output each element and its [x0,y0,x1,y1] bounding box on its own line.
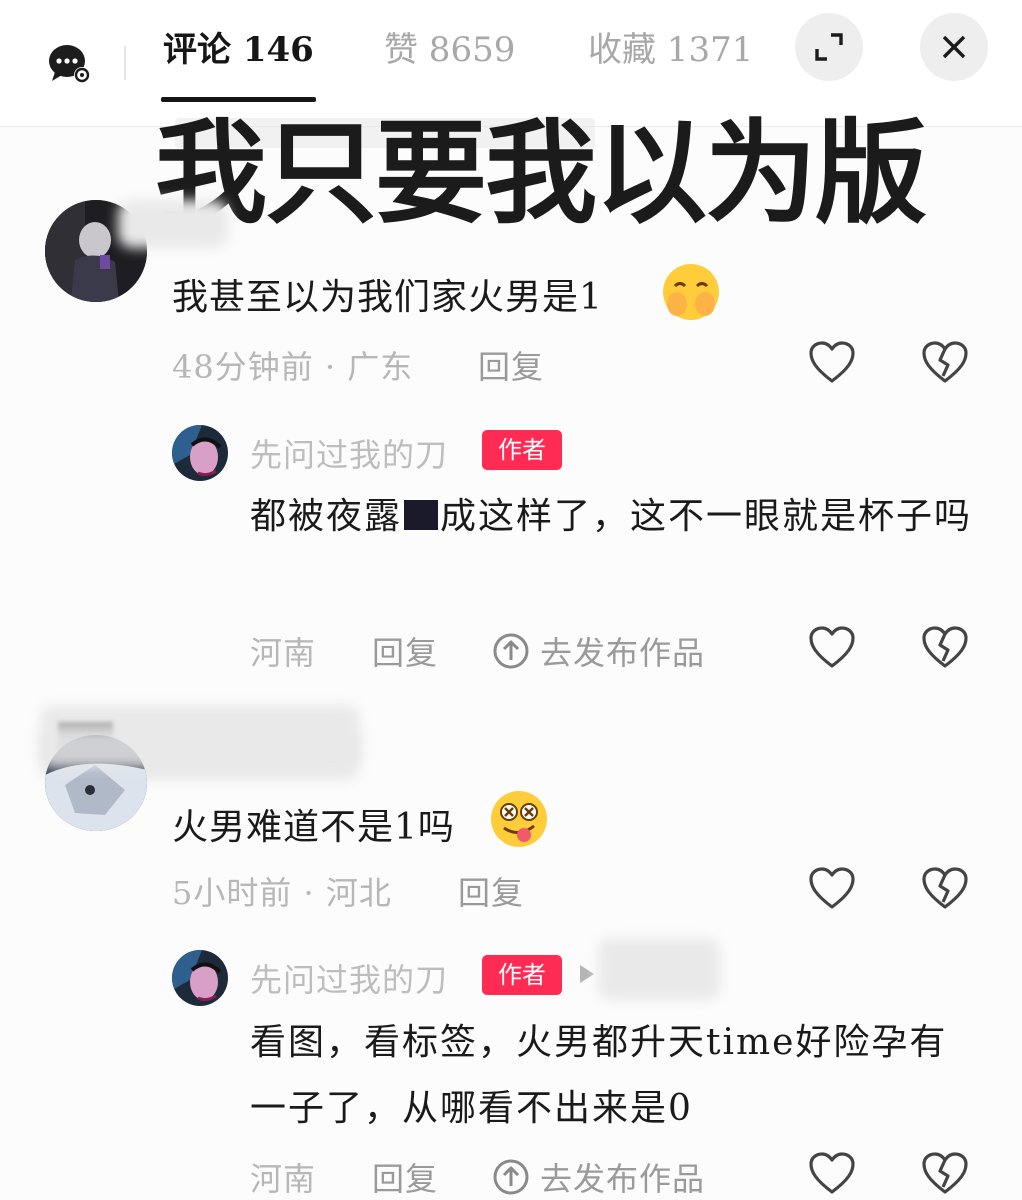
expand-icon [815,33,843,61]
upload-arrow-icon [493,633,529,669]
author-name[interactable]: 先问过我的刀 [250,955,448,1001]
author-avatar-image [172,425,228,481]
reply-location: 河南 [250,1160,317,1198]
reply-text-part: 成这样了，这不一眼就是杯子吗 [440,496,973,537]
author-badge: 作者 [482,955,562,995]
comment-text: 火男难道不是1吗 [172,807,455,848]
publish-work-link[interactable]: 去发布作品 [492,628,705,674]
reply-button[interactable]: 回复 [458,868,524,914]
author-badge: 作者 [482,430,562,470]
censored-character [404,500,439,530]
giggle-emoji [663,264,719,320]
author-avatar[interactable] [172,425,228,481]
close-icon [942,35,966,59]
publish-work-link[interactable]: 去发布作品 [492,1154,705,1200]
broken-heart-icon[interactable] [921,340,969,384]
author-avatar[interactable] [172,950,228,1006]
upload-arrow-icon [493,1159,529,1195]
dizzy-tongue-emoji [491,791,547,847]
reply-button[interactable]: 回复 [372,1154,438,1200]
publish-work-label: 去发布作品 [540,634,706,672]
chat-settings-icon[interactable] [46,41,92,85]
tab-favorites[interactable]: 收藏 1371 [588,22,753,71]
publish-work-label: 去发布作品 [540,1160,706,1198]
comment-text: 我甚至以为我们家火男是1 [172,277,603,318]
heart-icon[interactable] [808,866,856,910]
comment-timestamp-location: 5小时前 · 河北 [172,874,392,912]
author-name[interactable]: 先问过我的刀 [250,430,448,476]
active-tab-indicator [161,97,316,102]
heart-icon[interactable] [808,1151,856,1195]
overlay-caption: 我只要我以为版 [155,109,927,239]
username-redaction [118,200,228,248]
heart-icon[interactable] [808,340,856,384]
reply-button[interactable]: 回复 [372,628,438,674]
close-button[interactable] [920,13,988,81]
heart-icon[interactable] [808,625,856,669]
tab-likes[interactable]: 赞 8659 [384,22,515,71]
broken-heart-icon[interactable] [921,1151,969,1195]
reply-target-redaction [598,938,720,1000]
reply-location: 河南 [250,634,317,672]
username-redaction-overlay [40,728,360,768]
reply-arrow-icon [580,965,594,983]
author-avatar-image [172,950,228,1006]
broken-heart-icon[interactable] [921,625,969,669]
reply-text-part: 都被夜露 [250,496,403,537]
expand-button[interactable] [795,13,863,81]
comments-header: 评论 146 赞 8659 收藏 1371 [0,0,1022,127]
reply-button[interactable]: 回复 [478,342,544,388]
broken-heart-icon[interactable] [921,866,969,910]
comment-timestamp-location: 48分钟前 · 广东 [172,348,414,386]
reply-text: 看图，看标签，火男都升天time好险孕有一子了，从哪看不出来是0 [250,1022,948,1129]
header-divider [124,46,126,80]
reply-text: 都被夜露 成这样了，这不一眼就是杯子吗 [250,484,980,550]
tab-comments[interactable]: 评论 146 [163,22,314,71]
